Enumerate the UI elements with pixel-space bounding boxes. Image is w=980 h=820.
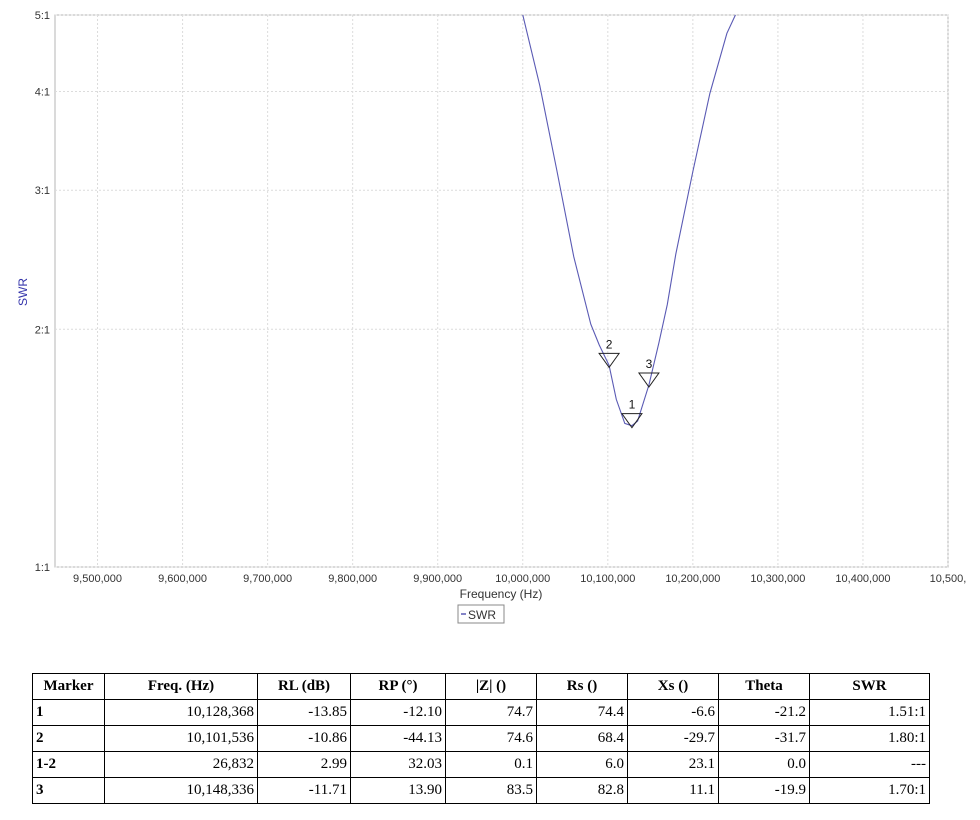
- x-axis-label: Frequency (Hz): [460, 587, 543, 601]
- x-tick-label: 10,500,: [930, 573, 967, 585]
- cell-rp: -44.13: [350, 725, 446, 752]
- header-xs: Xs (): [627, 673, 719, 700]
- x-tick-label: 10,100,000: [580, 573, 635, 585]
- marker-label: 3: [646, 357, 653, 371]
- x-tick-label: 10,000,000: [495, 573, 550, 585]
- table-row: 1 10,128,368 -13.85 -12.10 74.7 74.4 -6.…: [32, 699, 930, 726]
- cell-z: 74.7: [445, 699, 537, 726]
- cell-swr: ---: [809, 751, 930, 778]
- swr-chart: 9,500,000 9,600,000 9,700,000 9,800,000 9,90…: [16, 10, 967, 624]
- cell-rl: -10.86: [257, 725, 351, 752]
- table-row: 3 10,148,336 -11.71 13.90 83.5 82.8 11.1…: [32, 777, 930, 804]
- header-swr: SWR: [809, 673, 930, 700]
- cell-xs: 23.1: [627, 751, 719, 778]
- cell-z: 74.6: [445, 725, 537, 752]
- x-tick-label: 10,300,000: [750, 573, 805, 585]
- cell-xs: -29.7: [627, 725, 719, 752]
- cell-xs: 11.1: [627, 777, 719, 804]
- header-rp: RP (°): [350, 673, 446, 700]
- cell-swr: 1.70:1: [809, 777, 930, 804]
- header-marker: Marker: [32, 673, 105, 700]
- cell-rp: -12.10: [350, 699, 446, 726]
- cell-rs: 74.4: [536, 699, 628, 726]
- cell-freq: 10,128,368: [104, 699, 258, 726]
- cell-theta: -31.7: [718, 725, 810, 752]
- x-tick-label: 9,500,000: [73, 573, 122, 585]
- cell-theta: -19.9: [718, 777, 810, 804]
- marker-table: Marker Freq. (Hz) RL (dB) RP (°) |Z| () …: [32, 673, 930, 804]
- cell-xs: -6.6: [627, 699, 719, 726]
- table-header-row: Marker Freq. (Hz) RL (dB) RP (°) |Z| () …: [32, 673, 930, 700]
- header-z: |Z| (): [445, 673, 537, 700]
- cell-rs: 68.4: [536, 725, 628, 752]
- y-axis-label: SWR: [16, 278, 30, 306]
- cell-swr: 1.51:1: [809, 699, 930, 726]
- cell-rl: -13.85: [257, 699, 351, 726]
- x-tick-label: 9,700,000: [243, 573, 292, 585]
- plot-area: [54, 14, 949, 568]
- x-tick-label: 10,200,000: [665, 573, 720, 585]
- cell-rp: 13.90: [350, 777, 446, 804]
- y-tick-label: 5:1: [35, 10, 50, 22]
- x-tick-label: 9,900,000: [413, 573, 462, 585]
- cell-rp: 32.03: [350, 751, 446, 778]
- cell-marker: 2: [32, 725, 105, 752]
- header-theta: Theta: [718, 673, 810, 700]
- cell-theta: -21.2: [718, 699, 810, 726]
- header-freq: Freq. (Hz): [104, 673, 258, 700]
- table-row: 1-2 26,832 2.99 32.03 0.1 6.0 23.1 0.0 -…: [32, 751, 930, 778]
- y-tick-label: 4:1: [35, 87, 50, 99]
- x-tick-label: 9,600,000: [158, 573, 207, 585]
- cell-marker: 1: [32, 699, 105, 726]
- cell-rs: 82.8: [536, 777, 628, 804]
- cell-rl: -11.71: [257, 777, 351, 804]
- header-rl: RL (dB): [257, 673, 351, 700]
- marker-label: 2: [606, 337, 613, 351]
- cell-z: 83.5: [445, 777, 537, 804]
- x-tick-label: 9,800,000: [328, 573, 377, 585]
- cell-z: 0.1: [445, 751, 537, 778]
- cell-swr: 1.80:1: [809, 725, 930, 752]
- cell-freq: 10,101,536: [104, 725, 258, 752]
- header-rs: Rs (): [536, 673, 628, 700]
- cell-rs: 6.0: [536, 751, 628, 778]
- cell-freq: 26,832: [104, 751, 258, 778]
- y-tick-label: 2:1: [35, 324, 50, 336]
- y-tick-label: 3:1: [35, 185, 50, 197]
- marker-label: 1: [629, 398, 636, 412]
- table-row: 2 10,101,536 -10.86 -44.13 74.6 68.4 -29…: [32, 725, 930, 752]
- cell-theta: 0.0: [718, 751, 810, 778]
- cell-rl: 2.99: [257, 751, 351, 778]
- cell-marker: 1-2: [32, 751, 105, 778]
- x-tick-label: 10,400,000: [835, 573, 890, 585]
- cell-freq: 10,148,336: [104, 777, 258, 804]
- cell-marker: 3: [32, 777, 105, 804]
- y-tick-label: 1:1: [35, 562, 50, 574]
- legend-label: SWR: [468, 608, 496, 622]
